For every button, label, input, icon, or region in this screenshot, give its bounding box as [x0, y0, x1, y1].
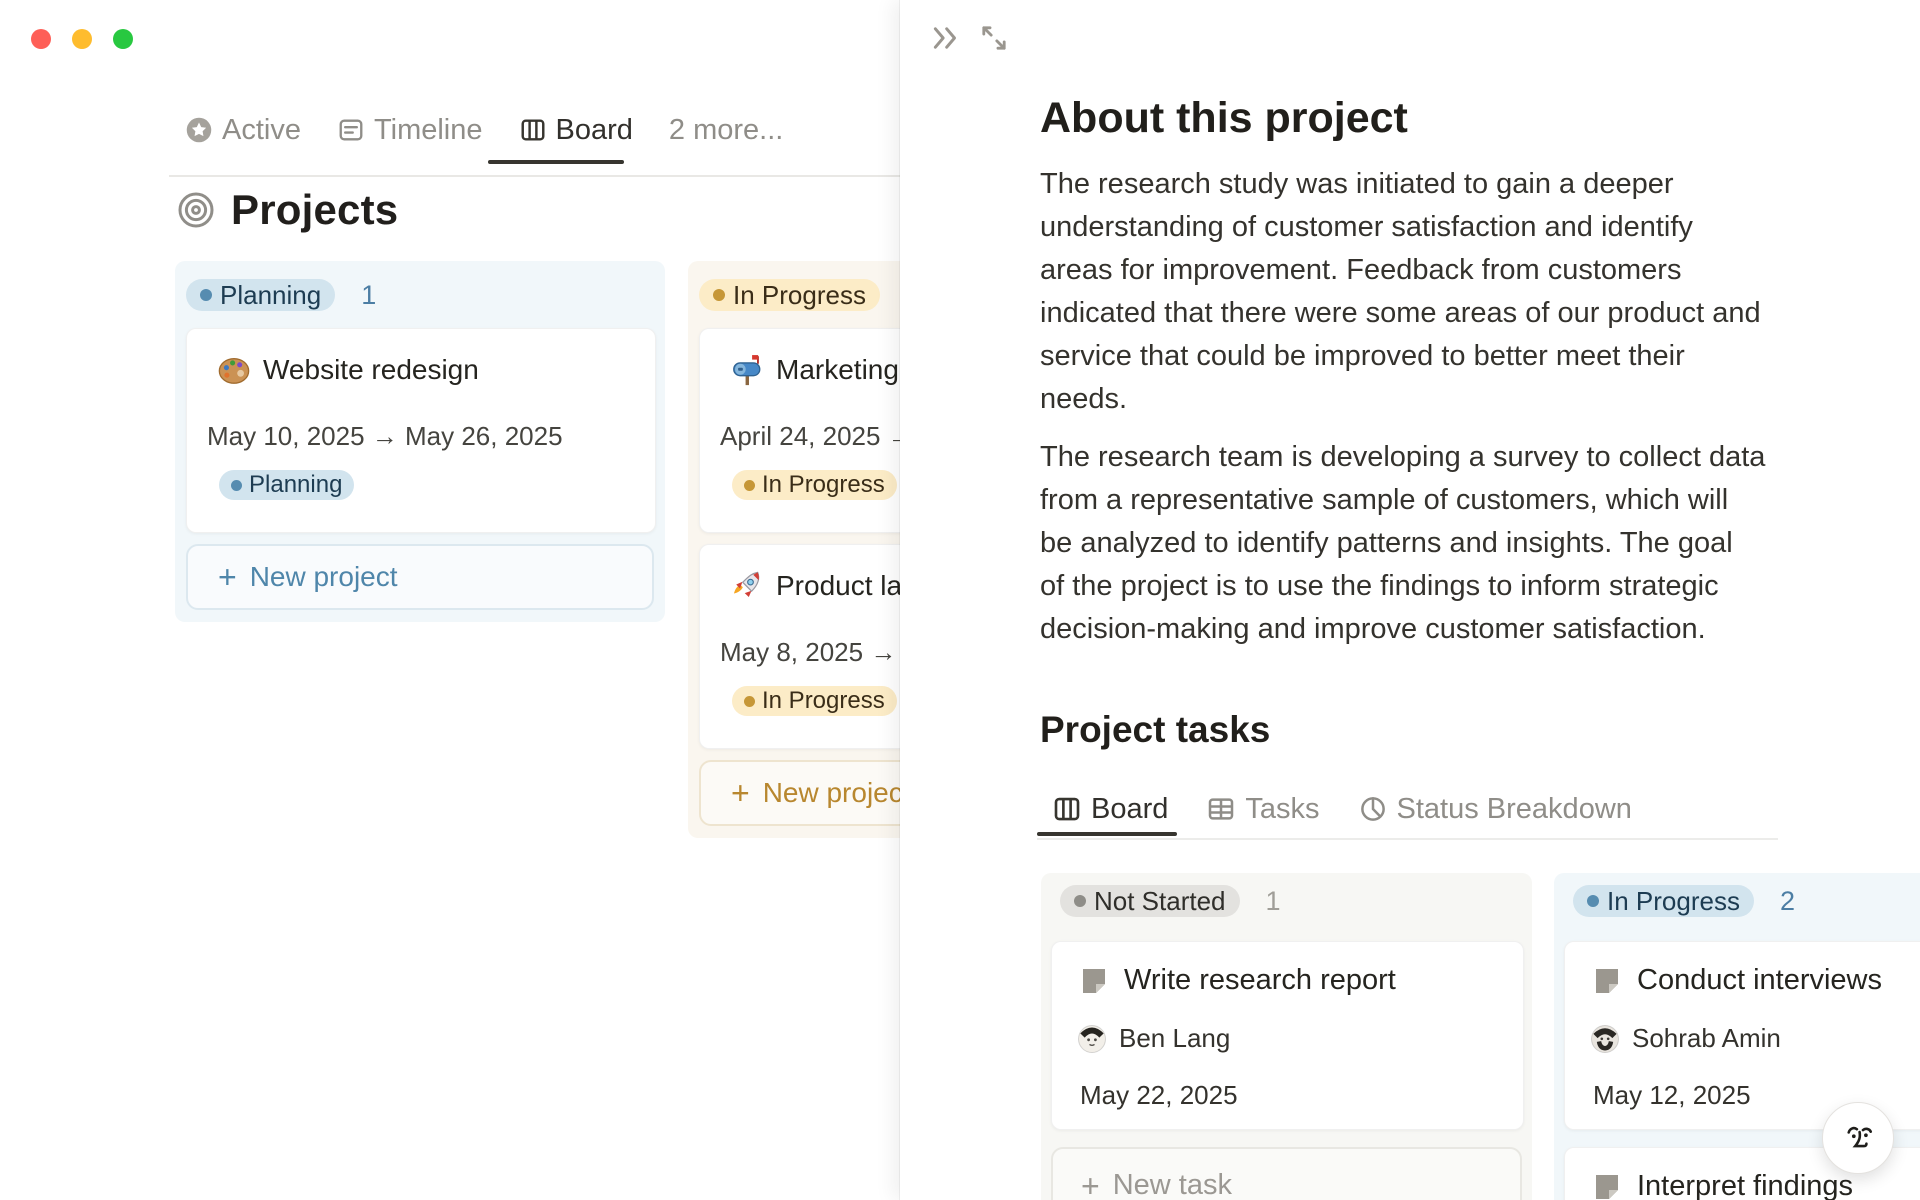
rocket-emoji-icon: [730, 569, 764, 603]
card-title: Website redesign: [263, 354, 479, 385]
tab-board[interactable]: Board: [519, 114, 633, 147]
not-started-count: 1: [1265, 885, 1281, 916]
tasks-tab-tasks[interactable]: Tasks: [1206, 793, 1320, 826]
column-header-not-started: Not Started 1: [1060, 885, 1281, 917]
notion-ai-face-icon: [1847, 1126, 1873, 1148]
card-date-range: May 10, 2025 → May 26, 2025: [207, 421, 563, 451]
yellow-status-dot: [713, 289, 725, 301]
tab-more-label: 2 more...: [668, 113, 784, 146]
close-peek-chevrons-button[interactable]: [928, 20, 964, 56]
card-title: Marketing c: [776, 354, 921, 385]
task-title: Conduct interviews: [1637, 964, 1882, 996]
avatar-ben-lang: [1078, 1024, 1106, 1053]
planning-group-pill[interactable]: Planning: [186, 279, 336, 311]
task-note-icon: [1591, 965, 1623, 997]
tab-active[interactable]: Active: [185, 114, 301, 147]
task-card-write-research-report[interactable]: Write research report Ben Lang May 22, 2…: [1051, 941, 1524, 1130]
in-progress-group-label: In Progress: [1607, 885, 1740, 916]
yellow-status-dot: [744, 695, 755, 707]
blue-status-dot: [1587, 895, 1599, 907]
board-icon: [519, 116, 547, 144]
board-icon: [1052, 794, 1082, 824]
blue-status-dot: [200, 289, 212, 301]
task-date: May 22, 2025: [1080, 1080, 1238, 1110]
planning-count: 1: [361, 279, 377, 310]
new-task-button[interactable]: + New task: [1051, 1147, 1522, 1200]
card-status-tag: In Progress: [732, 686, 897, 716]
avatar-sohrab-amin: [1591, 1024, 1619, 1053]
tab-timeline[interactable]: Timeline: [337, 114, 483, 147]
tabs-divider: [169, 175, 900, 177]
board-column-planning: Planning 1 Website redesign May 10, 2025…: [175, 261, 665, 622]
blue-status-dot: [231, 479, 242, 491]
double-chevron-right-icon: [933, 27, 956, 49]
in-progress-group-pill[interactable]: In Progress: [1573, 885, 1754, 917]
mailbox-emoji-icon: [730, 353, 764, 387]
plus-icon: +: [218, 559, 237, 595]
card-status-tag: In Progress: [732, 470, 897, 500]
tasks-view-tabs: Board Tasks Status Breakdown: [1052, 789, 1632, 829]
column-header-in-progress-tasks: In Progress 2: [1573, 885, 1795, 917]
pie-chart-icon: [1358, 794, 1388, 824]
yellow-status-dot: [744, 479, 755, 491]
close-window-button[interactable]: [31, 29, 51, 49]
card-title: Product lau: [776, 570, 918, 601]
notion-window: Active Timeline Board 2 more... Projects: [0, 0, 1920, 1200]
gray-status-dot: [1074, 895, 1086, 907]
timeline-icon: [337, 116, 365, 144]
expand-diagonal-icon: [982, 26, 1006, 50]
target-page-icon[interactable]: [176, 190, 216, 230]
tab-timeline-label: Timeline: [373, 113, 483, 146]
task-column-not-started: Not Started 1 Write research report Ben …: [1041, 873, 1532, 1200]
table-icon: [1206, 794, 1236, 824]
task-date: May 12, 2025: [1593, 1080, 1751, 1110]
task-assignee: Ben Lang: [1119, 1023, 1231, 1053]
about-paragraph-1: The research study was initiated to gain…: [1040, 168, 1761, 415]
in-progress-count: 2: [1779, 885, 1795, 916]
not-started-group-label: Not Started: [1094, 885, 1226, 916]
column-header-planning: Planning 1: [186, 279, 376, 311]
page-title: Projects: [176, 185, 398, 235]
task-note-icon: [1591, 1171, 1623, 1200]
plus-icon: +: [1081, 1167, 1100, 1200]
in-progress-group-pill[interactable]: In Progress: [699, 279, 880, 311]
column-header-in-progress: In Progress: [699, 279, 880, 311]
planning-group-label: Planning: [220, 279, 322, 310]
notion-ai-button[interactable]: [1822, 1102, 1894, 1174]
about-heading: About this project: [1040, 94, 1408, 142]
project-tasks-heading: Project tasks: [1040, 709, 1271, 750]
in-progress-group-label: In Progress: [733, 279, 866, 310]
palette-emoji-icon: [217, 353, 251, 387]
tab-more[interactable]: 2 more...: [669, 114, 783, 147]
tab-board-label: Board: [555, 113, 633, 146]
open-full-page-button[interactable]: [976, 20, 1012, 56]
page-title-text: Projects: [231, 186, 399, 233]
task-title: Interpret findings: [1637, 1170, 1854, 1200]
tasks-tab-board[interactable]: Board: [1052, 793, 1168, 826]
task-title: Write research report: [1124, 964, 1396, 996]
tab-active-label: Active: [222, 113, 301, 146]
plus-icon: +: [731, 775, 750, 811]
not-started-group-pill[interactable]: Not Started: [1060, 885, 1240, 917]
new-project-button-planning[interactable]: + New project: [186, 544, 654, 610]
task-note-icon: [1078, 965, 1110, 997]
zoom-window-button[interactable]: [113, 29, 133, 49]
tasks-tabs-divider: [1037, 838, 1778, 840]
view-tabs: Active Timeline Board 2 more...: [185, 108, 783, 152]
window-controls: [31, 29, 133, 49]
about-paragraph-2: The research team is developing a survey…: [1040, 441, 1766, 645]
project-card-website-redesign[interactable]: Website redesign May 10, 2025 → May 26, …: [186, 328, 656, 533]
task-card-conduct-interviews[interactable]: Conduct interviews Sohrab Amin May 12, 2…: [1564, 941, 1920, 1130]
tasks-tab-status-breakdown[interactable]: Status Breakdown: [1358, 793, 1632, 826]
card-status-tag: Planning: [219, 470, 355, 500]
active-tasks-tab-underline: [1037, 832, 1177, 836]
minimize-window-button[interactable]: [72, 29, 92, 49]
task-assignee: Sohrab Amin: [1632, 1023, 1781, 1053]
active-tab-underline: [488, 160, 624, 164]
star-circle-icon: [185, 116, 213, 144]
